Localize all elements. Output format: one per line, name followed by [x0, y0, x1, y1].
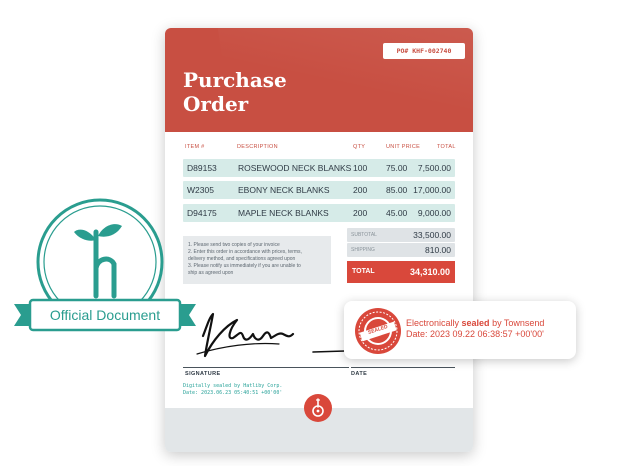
- shipping-label: SHIPPING: [351, 247, 375, 253]
- column-header-description: DESCRIPTION: [237, 144, 278, 150]
- po-number-badge: PO# KHF-002740: [383, 43, 465, 59]
- document-header: PO# KHF-002740 Purchase Order: [165, 28, 473, 132]
- total-row: TOTAL 34,310.00: [347, 261, 455, 283]
- seal-line-2: Date: 2023 09.22 06:38:57 +00'00': [406, 329, 544, 339]
- item-total: 17,000.00: [413, 185, 451, 195]
- shipping-row: SHIPPING 810.00: [347, 243, 455, 257]
- note-line: 1. Please send two copies of your invoic…: [188, 242, 280, 248]
- date-line: [351, 367, 455, 368]
- note-line: 3. Please notify us immediately if you a…: [188, 263, 301, 269]
- subtotal-value: 33,500.00: [413, 230, 451, 240]
- signature-line: [183, 367, 349, 368]
- signature-label: SIGNATURE: [185, 371, 221, 377]
- document-title: Purchase Order: [183, 68, 287, 116]
- item-description: MAPLE NECK BLANKS: [238, 208, 329, 218]
- seal-line-1: Electronically sealed by Townsend: [406, 318, 545, 328]
- table-row: D94175 MAPLE NECK BLANKS 200 45.00 9,000…: [183, 204, 455, 222]
- handwritten-signature: [196, 312, 346, 358]
- badge-label: Official Document: [49, 307, 161, 323]
- note-line: delivery method, and specifications agre…: [188, 256, 296, 262]
- total-label: TOTAL: [352, 268, 375, 275]
- shipping-value: 810.00: [425, 245, 451, 255]
- item-unit-price: 45.00: [386, 208, 408, 218]
- item-total: 9,000.00: [417, 208, 451, 218]
- item-description: EBONY NECK BLANKS: [238, 185, 330, 195]
- purchase-order-document: PO# KHF-002740 Purchase Order ITEM # DES…: [165, 28, 473, 452]
- item-description: ROSEWOOD NECK BLANKS: [238, 163, 352, 173]
- table-row: D89153 ROSEWOOD NECK BLANKS 100 75.00 7,…: [183, 159, 455, 177]
- column-header-unit-price: UNIT PRICE: [386, 144, 421, 150]
- total-value: 34,310.00: [409, 267, 450, 277]
- official-document-badge: Official Document: [10, 196, 200, 350]
- seal-details: Electronically sealed by Townsend Date: …: [406, 318, 574, 340]
- item-qty: 200: [353, 208, 368, 218]
- electronic-seal-card: SEALED Electronically sealed by Townsend…: [344, 301, 576, 359]
- date-label: DATE: [351, 371, 368, 377]
- item-qty: 100: [353, 163, 368, 173]
- item-number: D89153: [187, 163, 217, 173]
- item-qty: 200: [353, 185, 368, 195]
- guitar-logo-icon: [304, 394, 332, 422]
- item-total: 7,500.00: [417, 163, 451, 173]
- subtotal-row: SUBTOTAL 33,500.00: [347, 228, 455, 242]
- note-line: ship as agreed upon: [188, 270, 234, 276]
- column-header-qty: QTY: [353, 144, 366, 150]
- order-notes: 1. Please send two copies of your invoic…: [183, 236, 331, 284]
- note-line: 2. Enter this order in accordance with p…: [188, 249, 302, 255]
- subtotal-label: SUBTOTAL: [351, 232, 377, 238]
- item-unit-price: 75.00: [386, 163, 408, 173]
- item-unit-price: 85.00: [386, 185, 408, 195]
- column-header-item: ITEM #: [185, 144, 205, 150]
- table-row: W2305 EBONY NECK BLANKS 200 85.00 17,000…: [183, 181, 455, 199]
- column-header-total: TOTAL: [437, 144, 456, 150]
- digital-seal-issuer: Digitally sealed by Hatliby Corp.: [183, 383, 283, 389]
